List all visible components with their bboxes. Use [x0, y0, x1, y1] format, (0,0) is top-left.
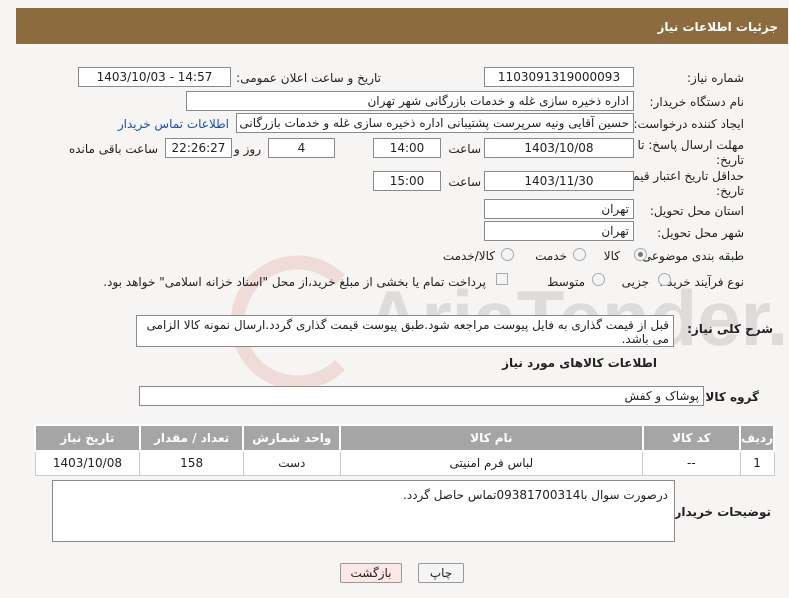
remaining-days-field: 4 [268, 138, 335, 158]
page-header: جزئیات اطلاعات نیاز [16, 8, 788, 44]
description-label: شرح کلی نیاز: [687, 322, 773, 336]
col-need-date: تاریخ نیاز [34, 424, 141, 452]
process-option-medium: متوسط [547, 275, 585, 289]
category-radio-service[interactable] [573, 248, 586, 261]
cell-item-name: لباس فرم امنیتی [339, 450, 644, 476]
buyer-notes-label: توضیحات خریدار: [669, 505, 771, 519]
validity-time-field: 15:00 [373, 171, 441, 191]
category-option-service: خدمت [535, 249, 567, 263]
price-validity-date-label: تاریخ: [716, 184, 744, 198]
goods-group-label: گروه کالا: [700, 390, 759, 404]
announce-datetime-field: 1403/10/03 - 14:57 [78, 67, 231, 87]
city-label: شهر محل تحویل: [657, 226, 744, 240]
deadline-time-label: ساعت [448, 142, 481, 156]
category-option-goods: کالا [603, 249, 620, 263]
days-label: روز و [234, 142, 261, 156]
table-row: 1 -- لباس فرم امنیتی دست 158 1403/10/08 [34, 450, 775, 476]
deadline-date-label: تاریخ: [716, 153, 744, 167]
buyer-org-field: اداره ذخیره سازی غله و خدمات بازرگانی شه… [186, 91, 634, 111]
province-label: استان محل تحویل: [649, 204, 744, 218]
process-radio-medium[interactable] [592, 273, 605, 286]
goods-section-title: اطلاعات کالاهای مورد نیاز [502, 356, 657, 370]
back-button[interactable]: بازگشت [340, 563, 402, 583]
requester-label: ایجاد کننده درخواست: [633, 117, 744, 131]
announce-label: تاریخ و ساعت اعلان عمومی: [236, 71, 381, 85]
goods-table: ردیف کد کالا نام کالا واحد شمارش تعداد /… [34, 424, 775, 476]
deadline-date-field: 1403/10/08 [484, 138, 634, 158]
cell-quantity: 158 [139, 450, 244, 476]
deadline-label: مهلت ارسال پاسخ: تا [637, 138, 744, 152]
process-radio-minor[interactable] [658, 273, 671, 286]
remaining-time-field: 22:26:27 [165, 138, 232, 158]
cell-need-date: 1403/10/08 [34, 450, 141, 476]
cell-row-number: 1 [739, 450, 775, 476]
description-textarea[interactable]: قبل از قیمت گذاری به فایل پیوست مراجعه ش… [136, 315, 674, 347]
goods-group-field: پوشاک و کفش [139, 386, 704, 406]
province-field: تهران [484, 199, 634, 219]
buyer-org-label: نام دستگاه خریدار: [649, 95, 745, 109]
city-field: تهران [484, 221, 634, 241]
remaining-time-label: ساعت باقی مانده [68, 142, 158, 156]
process-type-label: نوع فرآیند خرید : [659, 275, 744, 289]
category-radio-goods-service[interactable] [501, 248, 514, 261]
treasury-payment-checkbox[interactable] [496, 273, 508, 285]
col-row-number: ردیف [739, 424, 775, 452]
treasury-payment-note: پرداخت تمام یا بخشی از مبلغ خرید،از محل … [103, 275, 486, 289]
buyer-contact-link[interactable]: اطلاعات تماس خریدار [118, 117, 229, 131]
validity-date-field: 1403/11/30 [484, 171, 634, 191]
col-item-name: نام کالا [339, 424, 644, 452]
category-option-goods-service: کالا/خدمت [442, 249, 495, 263]
print-button[interactable]: چاپ [418, 563, 464, 583]
col-unit: واحد شمارش [242, 424, 342, 452]
buyer-notes-textarea[interactable]: درصورت سوال با09381700314تماس حاصل گردد. [52, 480, 675, 542]
deadline-time-field: 14:00 [373, 138, 441, 158]
validity-time-label: ساعت [448, 175, 481, 189]
col-quantity: تعداد / مقدار [138, 424, 245, 452]
need-number-label: شماره نیاز: [687, 71, 744, 85]
cell-unit: دست [242, 450, 341, 476]
requester-field: حسین آقایی ونیه سرپرست پشتیبانی اداره ذخ… [236, 113, 634, 133]
page-title: جزئیات اطلاعات نیاز [657, 20, 778, 34]
goods-table-header: ردیف کد کالا نام کالا واحد شمارش تعداد /… [34, 424, 775, 452]
process-option-minor: جزیی [621, 275, 649, 289]
category-radio-goods[interactable] [634, 248, 647, 261]
cell-item-code: -- [642, 450, 741, 476]
col-item-code: کد کالا [641, 424, 742, 452]
category-label: طبقه بندی موضوعی: [637, 249, 744, 263]
need-number-field: 1103091319000093 [484, 67, 634, 87]
